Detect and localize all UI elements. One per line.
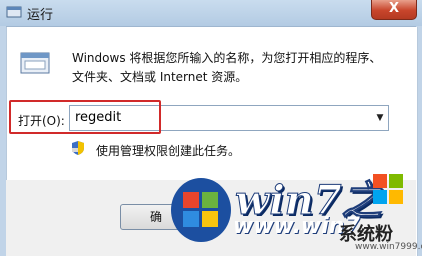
shield-icon xyxy=(72,141,84,155)
watermark-small-url: www.win7999.com xyxy=(355,242,422,252)
run-app-icon xyxy=(6,6,22,18)
microsoft-logo-icon xyxy=(373,174,403,204)
run-dialog-icon xyxy=(20,52,50,74)
windows-logo-icon xyxy=(171,178,231,242)
chevron-down-icon[interactable]: ▼ xyxy=(372,106,388,130)
dialog-description: Windows 将根据您所输入的名称，为您打开相应的程序、 文件夹、文档或 In… xyxy=(72,49,381,87)
watermark: win7之 www.win7 系统粉 www.win7999.com xyxy=(165,160,422,256)
title-bar: 运行 X xyxy=(0,0,422,27)
admin-permission-note: 使用管理权限创建此任务。 xyxy=(96,144,241,158)
close-button[interactable]: X xyxy=(371,0,417,20)
description-line-1: Windows 将根据您所输入的名称，为您打开相应的程序、 xyxy=(72,51,382,65)
annotation-highlight-box xyxy=(9,100,161,134)
window-title: 运行 xyxy=(27,8,54,23)
description-line-2: 文件夹、文档或 Internet 资源。 xyxy=(72,70,248,84)
